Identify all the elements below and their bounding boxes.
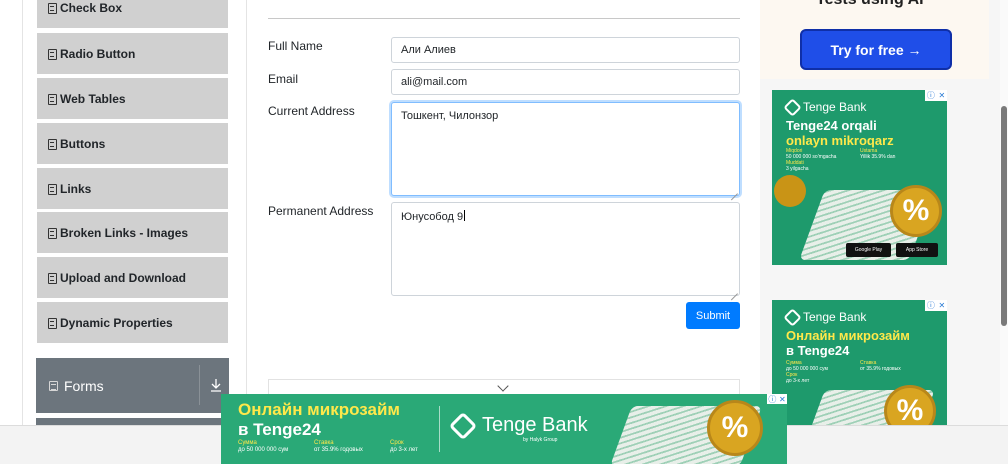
bank-logo-icon — [783, 97, 802, 117]
rate-label: Ставка — [314, 440, 334, 446]
coin-image — [774, 175, 806, 207]
sidebar-item-dynamic-properties[interactable]: Dynamic Properties — [37, 302, 228, 344]
promo-heading: Tests using AI — [816, 0, 924, 9]
try-for-free-button[interactable]: Try for free → — [800, 29, 952, 70]
email-input[interactable]: ali@mail.com — [391, 69, 740, 95]
banner-title-line2: в Tenge24 — [238, 420, 321, 439]
sidebar-group-label: Forms — [64, 377, 104, 394]
ad-terms: Сумма до 50 000 000 сум Срок до 3-х лет — [786, 360, 828, 384]
sidebar-item-buttons[interactable]: Buttons — [37, 123, 228, 165]
ad-title-line1: Tenge24 orqali — [786, 118, 877, 133]
form-divider — [268, 18, 740, 19]
page: Check Box Radio Button Web Tables Button… — [0, 0, 1008, 464]
bank-logo: Tenge Bank by Halyk Group — [448, 411, 588, 443]
bottom-ad-banner[interactable]: ⓘ ✕ Онлайн микрозайм в Tenge24 Сумма до 50… — [221, 394, 787, 464]
percent-coin-image: % — [890, 185, 942, 237]
bank-name: Tenge Bank — [803, 100, 867, 114]
sidebar-item-label: Dynamic Properties — [60, 315, 173, 330]
ad-rate: Ставка от 35.9% годовых — [860, 360, 901, 372]
sidebar-item-upload-download[interactable]: Upload and Download — [37, 257, 228, 299]
rate-value: от 35.9% годовых — [860, 366, 901, 372]
document-icon — [48, 272, 57, 284]
term-value: до 3-х лет — [786, 378, 810, 384]
bank-name: Tenge Bank — [803, 310, 867, 324]
ad-info-close-icon[interactable]: ⓘ ✕ — [925, 90, 947, 101]
resize-handle-icon[interactable] — [731, 287, 738, 294]
banner-title: Онлайн микрозайм в Tenge24 — [238, 400, 400, 440]
document-icon — [48, 227, 57, 239]
sidebar-item-label: Buttons — [60, 136, 106, 151]
ad-title: Tenge24 orqali onlayn mikroqarz — [786, 118, 894, 148]
banner-title-line1: Онлайн микрозайм — [238, 400, 400, 419]
ad-terms: Miqdori 50 000 000 so'mgacha Muddati 3 y… — [786, 148, 836, 172]
group-divider — [199, 365, 200, 405]
ad-rate: Ustama Yillik 35.9% dan — [860, 148, 895, 160]
sidebar-item-broken-links[interactable]: Broken Links - Images — [37, 212, 228, 254]
sidebar-item-label: Radio Button — [60, 46, 136, 61]
bank-logo: Tenge Bank — [783, 307, 867, 327]
bank-logo-icon — [783, 307, 802, 327]
text-caret — [464, 210, 466, 221]
ad-banner-uz[interactable]: ⓘ ✕ Tenge Bank Tenge24 orqali onlayn mikr… — [772, 90, 947, 265]
bank-subtitle: by Halyk Group — [523, 437, 558, 443]
rate-value: Yillik 35.9% dan — [860, 154, 896, 160]
permanent-address-label: Permanent Address — [268, 204, 374, 218]
sidebar-item-label: Links — [60, 181, 92, 196]
full-name-input[interactable]: Али Алиев — [391, 37, 740, 63]
scrollbar-thumb[interactable] — [1001, 106, 1007, 326]
document-icon — [48, 138, 57, 150]
bank-logo: Tenge Bank — [783, 97, 867, 117]
document-icon — [48, 48, 57, 60]
document-icon — [48, 183, 57, 195]
sidebar-group-forms[interactable]: Forms — [36, 358, 229, 413]
email-label: Email — [268, 72, 299, 86]
percent-coin-image: % — [707, 400, 763, 456]
term-value: 3 yilgacha — [786, 166, 809, 172]
submit-button[interactable]: Submit — [686, 302, 740, 329]
banner-divider — [439, 406, 440, 452]
app-store-badge[interactable]: App Store — [896, 243, 938, 257]
sidebar-item-label: Upload and Download — [60, 270, 186, 285]
document-icon — [49, 380, 58, 391]
ad-title-line1: Онлайн микрозайм — [786, 328, 910, 343]
ad-title: Онлайн микрозайм в Tenge24 — [786, 328, 910, 358]
sidebar-item-links[interactable]: Links — [37, 168, 228, 210]
rate-value: от 35.9% годовых — [314, 447, 363, 453]
google-play-badge[interactable]: Google Play — [846, 243, 891, 257]
document-icon — [48, 93, 57, 105]
bank-name: Tenge Bank — [482, 414, 588, 436]
amount-value: до 50 000 000 сум — [238, 447, 289, 453]
term-label: Срок — [390, 440, 404, 446]
current-address-textarea[interactable]: Тошкент, Чилонзор — [391, 102, 740, 196]
sidebar-item-check-box[interactable]: Check Box — [37, 0, 228, 29]
current-address-label: Current Address — [268, 104, 355, 118]
permanent-address-textarea[interactable]: Юнусобод 9 — [391, 202, 740, 296]
current-address-text: Тошкент, Чилонзор — [401, 110, 499, 122]
full-name-label: Full Name — [268, 39, 323, 53]
document-icon — [48, 2, 57, 14]
download-arrow-icon[interactable] — [210, 378, 222, 392]
sidebar-item-label: Broken Links - Images — [60, 225, 189, 240]
document-icon — [48, 317, 57, 329]
term-value: до 3-х лет — [390, 447, 418, 453]
resize-handle-icon[interactable] — [731, 187, 738, 194]
ad-banner-ru[interactable]: ⓘ ✕ Tenge Bank Онлайн микрозайм в Tenge24… — [772, 300, 947, 425]
ad-title-line2: в Tenge24 — [786, 343, 850, 358]
sidebar-item-label: Check Box — [60, 0, 123, 15]
permanent-address-text: Юнусобод 9 — [401, 211, 464, 223]
ad-info-close-icon[interactable]: ⓘ ✕ — [925, 300, 947, 311]
ad-info-close-icon[interactable]: ⓘ ✕ — [767, 394, 787, 404]
amount-label: Сумма — [238, 440, 257, 446]
bank-logo-icon — [448, 411, 478, 440]
ad-title-line2: onlayn mikroqarz — [786, 133, 894, 148]
sidebar-item-web-tables[interactable]: Web Tables — [37, 78, 228, 120]
sidebar-item-label: Web Tables — [60, 91, 126, 106]
sidebar-item-radio-button[interactable]: Radio Button — [37, 33, 228, 75]
